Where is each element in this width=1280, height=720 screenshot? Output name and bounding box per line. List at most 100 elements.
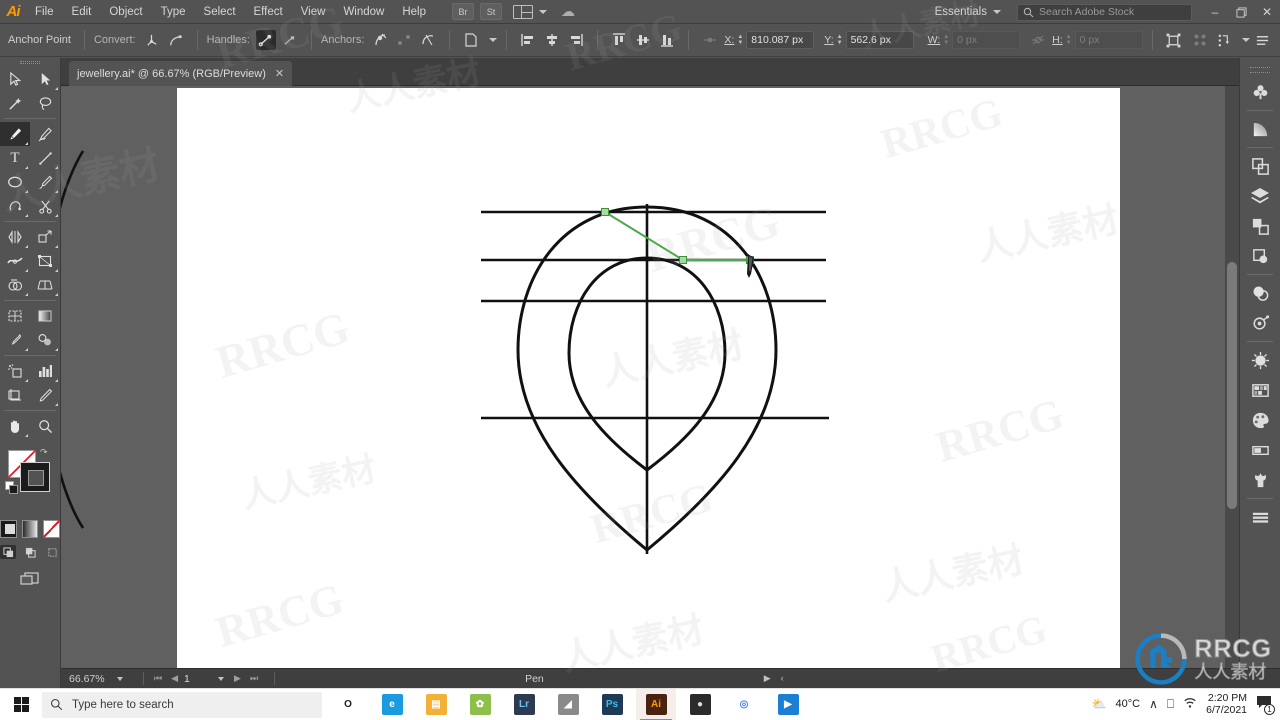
graphic-styles-panel-icon[interactable] [1244,308,1276,338]
arrange-documents-chevron-down-icon[interactable] [539,10,547,14]
draw-inside-icon[interactable] [44,545,60,559]
x-stepper[interactable]: ▲▼ [737,34,743,46]
chevron-up-icon[interactable]: ∧ [1149,697,1158,711]
tool-shape-builder[interactable] [0,273,30,297]
tool-pen[interactable] [0,122,30,146]
none-button[interactable] [43,520,60,538]
menu-edit[interactable]: Edit [63,0,101,24]
tool-hand[interactable] [0,414,30,438]
tool-selection[interactable] [0,67,30,91]
winrar-icon[interactable]: ◢ [548,689,588,720]
menu-help[interactable]: Help [393,0,435,24]
y-position-field[interactable]: Y: ▲▼ 562.6 px [824,31,913,49]
libraries-panel-icon[interactable] [1244,502,1276,532]
tool-slice[interactable] [30,383,60,407]
align-bottom-icon[interactable] [657,30,677,50]
google-chrome-icon[interactable]: ◎ [724,689,764,720]
stock-search-input[interactable]: Search Adobe Stock [1017,4,1192,21]
swatches-panel-icon[interactable] [1244,375,1276,405]
stroke-swatch-black[interactable] [20,462,50,492]
tool-zoom[interactable] [30,414,60,438]
tool-type[interactable]: T [0,146,30,170]
tool-rotate[interactable] [0,225,30,249]
movies-tv-icon[interactable]: ▶ [768,689,808,720]
vertical-scroll-thumb[interactable] [1227,262,1237,509]
transform-panel-icon[interactable] [1164,30,1184,50]
adobe-bridge-icon[interactable]: Br [452,3,474,20]
tool-magic-wand[interactable] [0,91,30,115]
tool-free-transform[interactable] [30,249,60,273]
tool-shaper[interactable] [0,194,30,218]
isolate-object-icon[interactable] [461,30,481,50]
taskbar-search-input[interactable]: Type here to search [42,692,322,718]
tool-blend[interactable] [30,328,60,352]
cloud-sync-icon[interactable]: ☁ [561,3,575,20]
microsoft-edge-icon[interactable]: e [372,689,412,720]
appearance-panel-icon[interactable] [1244,278,1276,308]
status-play-icon[interactable]: ▶ [764,673,771,684]
menu-view[interactable]: View [292,0,335,24]
cortana-icon[interactable]: O [328,689,368,720]
gradient-button[interactable] [22,520,39,538]
photoshop-icon[interactable]: Ps [592,689,632,720]
zoom-chevron-down-icon[interactable] [117,677,123,681]
tool-symbol-sprayer[interactable] [0,359,30,383]
hide-handles-icon[interactable] [280,30,300,50]
prev-artboard-icon[interactable]: ◀ [171,673,178,684]
tool-ellipse[interactable] [0,170,30,194]
gradient-panel-icon[interactable] [1244,114,1276,144]
y-value-input[interactable]: 562.6 px [846,31,914,49]
isolate-chevron-down-icon[interactable] [489,38,497,42]
panel-menu-icon[interactable] [1252,30,1272,50]
swap-fill-stroke-icon[interactable]: ↷ [40,447,48,458]
symbols-panel-icon[interactable] [1244,465,1276,495]
tool-column-graph[interactable] [30,359,60,383]
close-button[interactable]: ✕ [1254,0,1280,24]
artboard-chevron-down-icon[interactable] [218,677,224,681]
pathfinder-panel-icon[interactable] [1244,151,1276,181]
align-right-icon[interactable] [566,30,586,50]
tool-gradient[interactable] [30,304,60,328]
zoom-level[interactable]: 66.67% [69,673,113,685]
color-panel-icon[interactable] [1244,405,1276,435]
file-explorer-icon[interactable]: ▤ [416,689,456,720]
workspace-switcher[interactable]: Essentials [931,6,1005,18]
canvas-area[interactable] [61,86,1239,688]
y-stepper[interactable]: ▲▼ [837,34,843,46]
cut-path-icon[interactable] [418,30,438,50]
artboard-number[interactable]: 1 [184,673,214,685]
menu-type[interactable]: Type [152,0,195,24]
color-button[interactable] [0,520,17,538]
align-top-icon[interactable] [609,30,629,50]
convert-to-smooth-icon[interactable] [166,30,186,50]
lightroom-icon[interactable]: Lr [504,689,544,720]
start-button[interactable] [0,689,42,720]
menu-window[interactable]: Window [334,0,393,24]
menu-object[interactable]: Object [100,0,151,24]
minimize-button[interactable]: – [1202,0,1228,24]
panel-dock-grip[interactable] [1250,67,1270,73]
adobe-stock-icon[interactable]: St [480,3,502,20]
tool-mesh[interactable] [0,304,30,328]
wifi-icon[interactable] [1183,696,1197,712]
color-guide-panel-icon[interactable] [1244,435,1276,465]
clock[interactable]: 2:20 PM 6/7/2021 [1206,692,1247,716]
brushes-panel-icon[interactable] [1244,345,1276,375]
layers-panel-icon[interactable] [1244,181,1276,211]
draw-normal-icon[interactable] [0,545,16,559]
tool-scissors[interactable] [30,194,60,218]
tool-direct-selection[interactable] [30,67,60,91]
illustrator-icon[interactable]: Ai [636,689,676,720]
status-extra-controls[interactable]: ▶ ‹ [764,673,784,684]
last-artboard-icon[interactable]: ⏭ [250,673,258,684]
next-artboard-icon[interactable]: ▶ [234,673,241,684]
align-center-horizontal-icon[interactable] [542,30,562,50]
properties-panel-icon[interactable] [1244,77,1276,107]
tool-lasso[interactable] [30,91,60,115]
transparency-panel-icon[interactable] [1244,241,1276,271]
tool-curvature[interactable] [30,122,60,146]
menu-select[interactable]: Select [195,0,245,24]
draw-behind-icon[interactable] [22,545,38,559]
canvas-vertical-scrollbar[interactable] [1225,86,1239,674]
tool-eyedropper[interactable] [0,328,30,352]
